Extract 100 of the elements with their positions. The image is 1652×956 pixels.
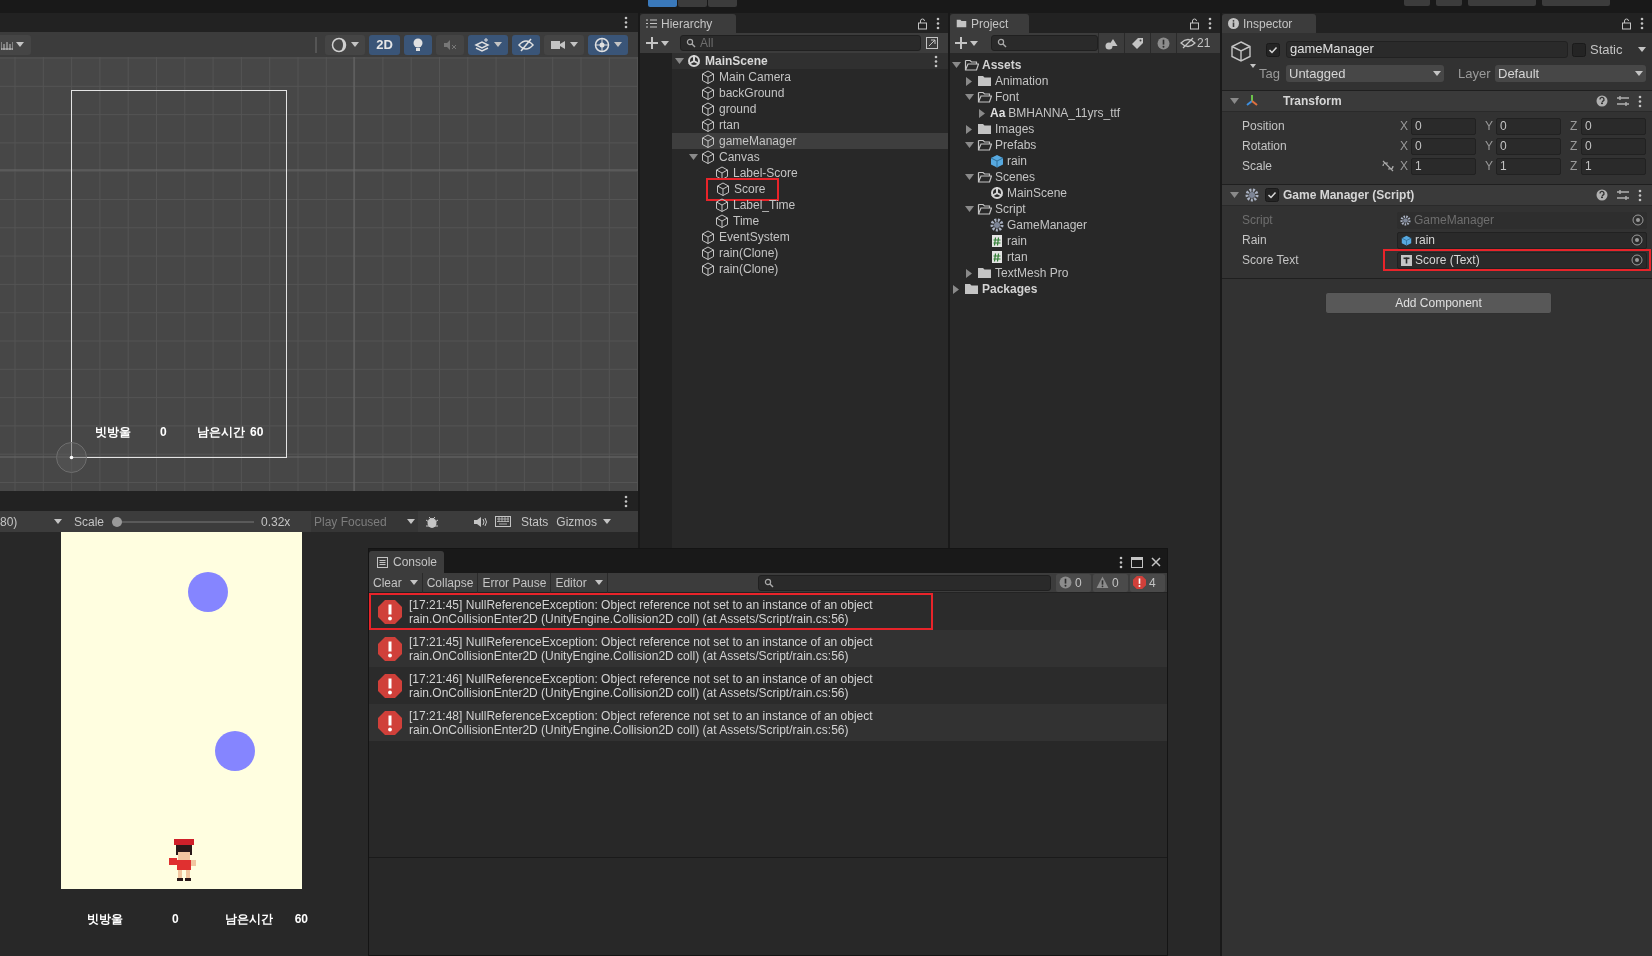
lock-icon[interactable] [1621,17,1632,30]
help-icon[interactable] [1596,189,1608,201]
hierarchy-row[interactable]: Label-Score [672,165,948,181]
expanded-arrow-icon[interactable] [965,92,974,102]
hierarchy-row[interactable]: Time [672,213,948,229]
log-count-toggle[interactable]: 4 [1130,573,1165,592]
project-row[interactable]: rtan [950,249,1220,265]
hierarchy-row[interactable]: rain(Clone) [672,245,948,261]
search-field[interactable] [758,574,1051,591]
unlinked-icon[interactable] [1381,160,1395,172]
project-row[interactable]: rain [950,153,1220,169]
more-options-icon[interactable] [624,494,628,508]
log-entry[interactable]: [17:21:45] NullReferenceException: Object reference not set to an instance of an object rain.OnCollisionEnter2D (UnityEngine.Collision2D coll) (at Assets/Script/rain.cs:56) [369,630,1167,667]
hierarchy-row[interactable]: Score [672,181,948,197]
scene-search-button[interactable] [924,35,940,51]
camera-dropdown[interactable] [544,34,584,55]
maximize-icon[interactable] [1131,556,1143,568]
project-row[interactable]: Prefabs [950,137,1220,153]
object-field[interactable]: Score (Text) [1397,251,1647,269]
toolbar-button[interactable]: Clear [369,572,423,593]
hierarchy-row[interactable]: gameManager [672,133,948,149]
more-options-icon[interactable] [934,54,938,68]
audio-toggle[interactable] [436,34,464,55]
more-options-icon[interactable] [1208,17,1212,30]
slider-thumb[interactable] [112,516,122,527]
more-options-icon[interactable] [936,17,940,30]
project-row[interactable]: Assets [950,57,1220,73]
hierarchy-row[interactable]: Canvas [672,149,948,165]
expanded-arrow-icon[interactable] [965,204,974,214]
number-field[interactable]: 0 [1496,137,1561,155]
more-options-icon[interactable] [1638,94,1642,108]
number-field[interactable]: 0 [1411,137,1476,155]
project-row[interactable]: TextMesh Pro [950,265,1220,281]
more-options-icon[interactable] [624,16,628,29]
object-field[interactable]: rain [1397,231,1647,249]
project-row[interactable]: Aa BMHANNA_11yrs_ttf [950,105,1220,121]
hierarchy-row[interactable]: Label_Time [672,197,948,213]
more-options-icon[interactable] [1638,188,1642,202]
hierarchy-row[interactable]: rtan [672,117,948,133]
project-row[interactable]: Animation [950,73,1220,89]
collapsed-arrow-icon[interactable] [952,284,961,294]
visibility-toggle[interactable] [512,34,540,55]
project-row[interactable]: Scenes [950,169,1220,185]
search-field[interactable] [991,35,1098,51]
expanded-arrow-icon[interactable] [952,60,961,70]
scene-header[interactable]: MainScene [672,53,948,69]
number-field[interactable]: 1 [1496,157,1561,175]
expanded-arrow-icon[interactable] [1230,96,1239,106]
layer-dropdown[interactable]: Default [1495,65,1646,82]
expanded-arrow-icon[interactable] [675,56,684,66]
more-options-icon[interactable] [1119,555,1123,569]
shading-mode-dropdown[interactable] [325,34,365,55]
project-row[interactable]: Packages [950,281,1220,297]
mode-2d-toggle[interactable]: 2D [369,34,400,55]
effects-toggle[interactable] [468,34,508,55]
checkbox-checked[interactable] [1266,42,1280,57]
panel-tab[interactable]: Console [369,551,444,573]
number-field[interactable]: 0 [1581,117,1646,135]
hierarchy-row[interactable]: rain(Clone) [672,261,948,277]
static-dropdown[interactable] [1638,47,1646,52]
expanded-arrow-icon[interactable] [689,152,698,162]
hierarchy-row[interactable]: EventSystem [672,229,948,245]
collapsed-arrow-icon[interactable] [965,268,974,278]
aspect-dropdown[interactable]: 80) [0,511,66,532]
object-picker-icon[interactable] [1631,254,1643,266]
number-field[interactable]: 1 [1411,157,1476,175]
toolbar-button[interactable]: Editor [551,572,608,593]
number-field[interactable]: 0 [1496,117,1561,135]
log-entry[interactable]: [17:21:48] NullReferenceException: Object reference not set to an instance of an object rain.OnCollisionEnter2D (UnityEngine.Collision2D coll) (at Assets/Script/rain.cs:56) [369,704,1167,741]
expanded-arrow-icon[interactable] [1230,190,1239,200]
panel-tab[interactable]: Hierarchy [640,14,736,33]
panel-tab[interactable]: Inspector [1222,14,1316,33]
more-options-icon[interactable] [1640,17,1644,30]
hierarchy-row[interactable]: Main Camera [672,69,948,85]
tag-dropdown[interactable]: Untagged [1286,65,1444,82]
scale-slider[interactable] [112,515,254,528]
project-row[interactable]: MainScene [950,185,1220,201]
lock-icon[interactable] [1189,17,1200,30]
number-field[interactable]: 0 [1411,117,1476,135]
gizmos-dropdown[interactable] [588,34,628,55]
toolbar-button[interactable]: Error Pause [478,572,552,593]
add-dropdown[interactable] [955,37,978,49]
number-field[interactable]: 0 [1581,137,1646,155]
hierarchy-row[interactable]: backGround [672,85,948,101]
gizmos-dropdown[interactable]: Gizmos [552,511,612,532]
log-count-toggle[interactable]: 0 [1056,573,1091,592]
expanded-arrow-icon[interactable] [965,172,974,182]
project-row[interactable]: Font [950,89,1220,105]
stats-button[interactable]: Stats [517,511,553,532]
project-row[interactable]: GameManager [950,217,1220,233]
project-row[interactable]: Images [950,121,1220,137]
panel-tab[interactable]: Project [950,14,1029,33]
add-component-button[interactable]: Add Component [1325,292,1552,314]
lock-icon[interactable] [917,17,928,30]
presets-icon[interactable] [1616,95,1630,107]
collapsed-arrow-icon[interactable] [965,76,974,86]
checkbox-checked[interactable] [1265,188,1279,202]
log-count-toggle[interactable]: 0 [1093,573,1128,592]
number-field[interactable]: 1 [1581,157,1646,175]
grid-snapping-dropdown[interactable] [0,34,31,55]
